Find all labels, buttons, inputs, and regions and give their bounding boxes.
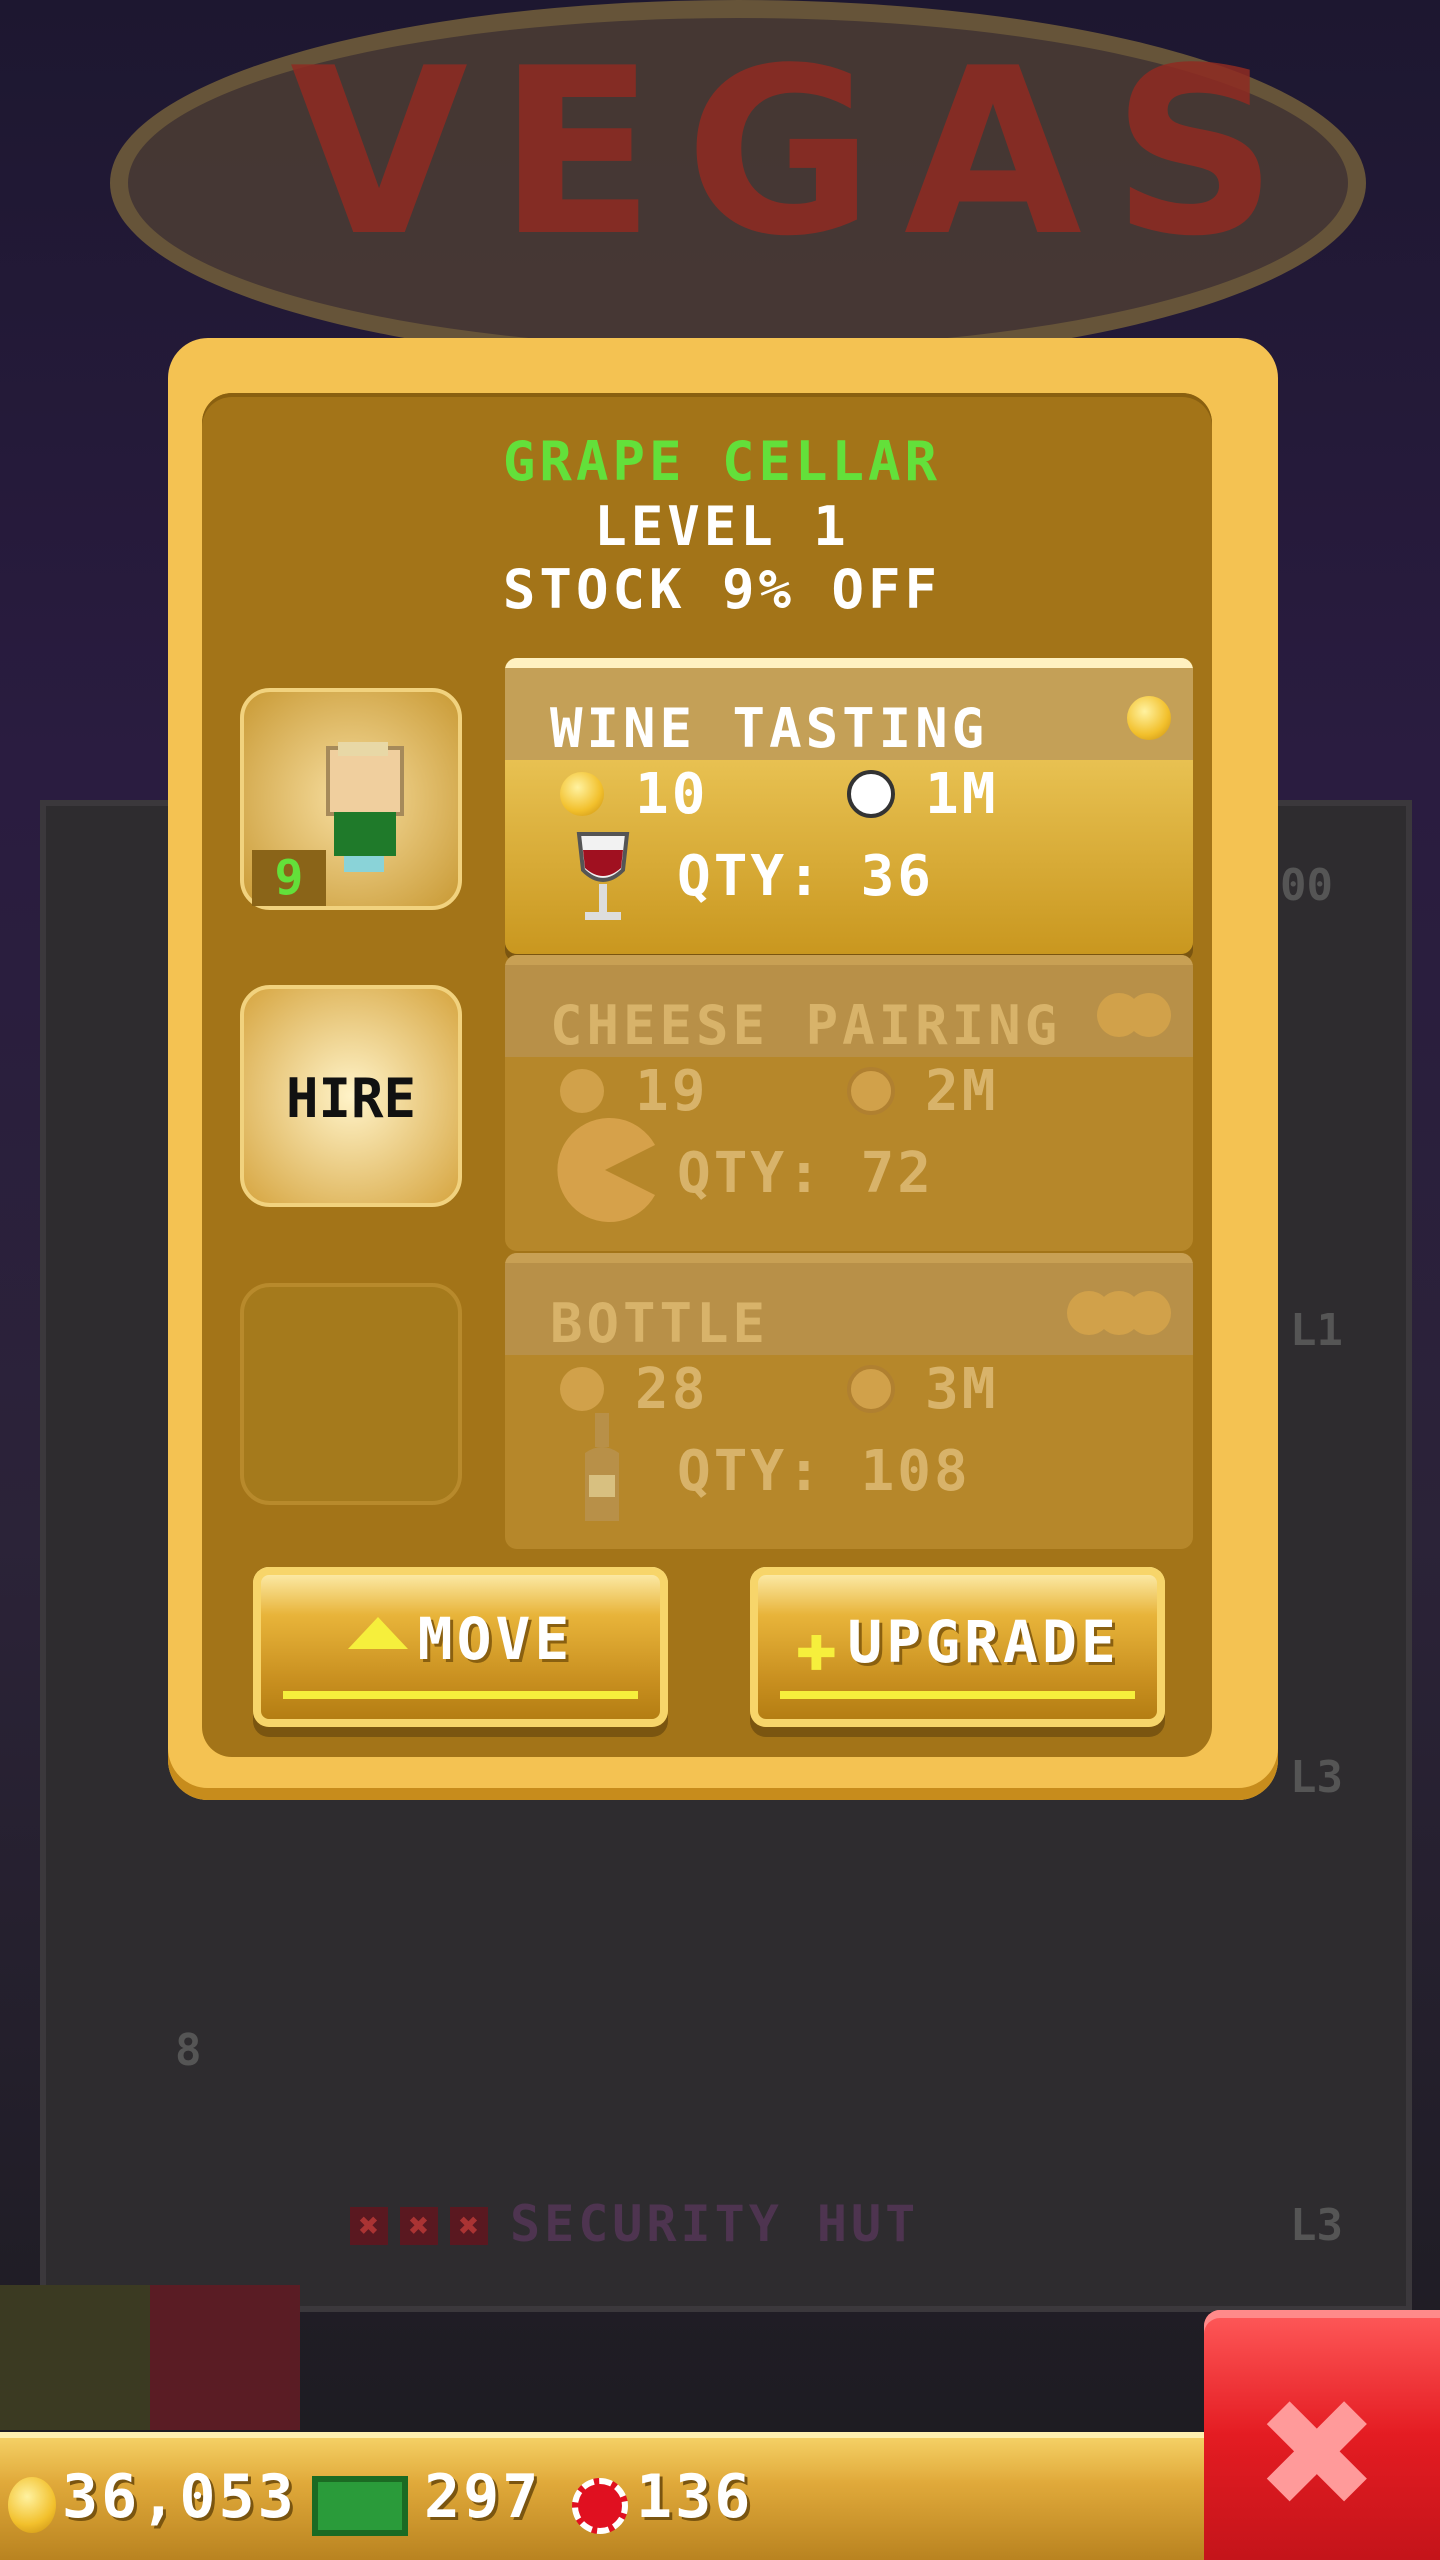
worker-slot-3-empty bbox=[240, 1283, 462, 1505]
floor-label: L3 bbox=[1290, 2200, 1343, 2251]
close-icon: ✖ bbox=[1254, 2368, 1380, 2542]
coins-count: 36,053 bbox=[62, 2462, 297, 2532]
avatar-hair bbox=[338, 742, 388, 756]
product-cost: 10 bbox=[635, 762, 709, 827]
vegas-sign-text: VEGAS bbox=[290, 20, 1308, 287]
elevator-button[interactable] bbox=[150, 2285, 300, 2430]
avatar-icon bbox=[326, 746, 404, 816]
coin-icon bbox=[1127, 696, 1171, 740]
arrow-up-icon bbox=[347, 1616, 408, 1649]
stock-discount: STOCK 9% OFF bbox=[502, 558, 942, 621]
coin-icon bbox=[1127, 1291, 1171, 1335]
plus-icon: ✚ bbox=[795, 1605, 842, 1687]
coin-icon bbox=[560, 1069, 604, 1113]
clock-icon bbox=[847, 1365, 895, 1413]
build-tool-button[interactable] bbox=[0, 2285, 150, 2430]
clock-icon bbox=[847, 1067, 895, 1115]
coin-icon bbox=[8, 2477, 56, 2533]
coin-icon bbox=[560, 1367, 604, 1411]
floor-title: GRAPE CELLAR bbox=[502, 430, 942, 493]
floor-label: L3 bbox=[1290, 1752, 1343, 1803]
move-button-label: MOVE bbox=[253, 1605, 668, 1673]
casino-chip-icon bbox=[572, 2478, 628, 2534]
product-bottle[interactable]: BOTTLE 28 3M QTY: 108 bbox=[505, 1253, 1193, 1549]
floor-label: 00 bbox=[1280, 860, 1333, 911]
product-time: 2M bbox=[925, 1059, 999, 1124]
coin-icon bbox=[560, 772, 604, 816]
close-button[interactable]: ✖ bbox=[1204, 2310, 1440, 2560]
avatar-legs bbox=[344, 856, 384, 872]
move-label-text: MOVE bbox=[417, 1605, 574, 1673]
product-name: CHEESE PAIRING bbox=[505, 955, 1193, 1057]
wine-bottle-icon bbox=[585, 1413, 619, 1521]
bux-count: 297 bbox=[424, 2462, 542, 2532]
worker-slot-1[interactable]: 9 bbox=[240, 688, 462, 910]
button-underline bbox=[283, 1691, 638, 1699]
product-qty: QTY: 72 bbox=[677, 1141, 935, 1206]
wine-glass-icon bbox=[576, 832, 630, 920]
upgrade-button-label: ✚ UPGRADE bbox=[750, 1605, 1165, 1687]
product-wine-tasting[interactable]: WINE TASTING 10 1M QTY: 36 bbox=[505, 658, 1193, 954]
upgrade-button[interactable]: ✚ UPGRADE bbox=[750, 1567, 1165, 1727]
floor-label: L1 bbox=[1290, 1305, 1343, 1356]
clock-icon bbox=[847, 770, 895, 818]
close-icon: ✖ bbox=[400, 2207, 438, 2245]
close-icon: ✖ bbox=[350, 2207, 388, 2245]
product-name: WINE TASTING bbox=[505, 658, 1193, 760]
coin-icon bbox=[1127, 993, 1171, 1037]
worker-slot-2-hire[interactable]: HIRE bbox=[240, 985, 462, 1207]
product-cheese-pairing[interactable]: CHEESE PAIRING 19 2M QTY: 72 bbox=[505, 955, 1193, 1251]
avatar-body bbox=[334, 812, 396, 856]
upgrade-label-text: UPGRADE bbox=[847, 1608, 1120, 1677]
button-underline bbox=[780, 1691, 1135, 1699]
worker-level-badge: 9 bbox=[252, 850, 326, 906]
close-icon: ✖ bbox=[450, 2207, 488, 2245]
product-time: 3M bbox=[925, 1357, 999, 1422]
product-qty: QTY: 108 bbox=[677, 1439, 971, 1504]
tower-bux-icon bbox=[312, 2476, 408, 2536]
chips-count: 136 bbox=[636, 2462, 754, 2532]
hire-button-label: HIRE bbox=[285, 1067, 417, 1130]
product-time: 1M bbox=[925, 762, 999, 827]
move-button[interactable]: MOVE bbox=[253, 1567, 668, 1727]
floor-number: 8 bbox=[175, 2025, 202, 2076]
cheese-icon bbox=[557, 1118, 655, 1222]
product-qty: QTY: 36 bbox=[677, 844, 935, 909]
floor-level: LEVEL 1 bbox=[594, 495, 850, 558]
product-cost: 28 bbox=[635, 1357, 709, 1422]
security-hut-label: SECURITY HUT bbox=[510, 2195, 920, 2253]
